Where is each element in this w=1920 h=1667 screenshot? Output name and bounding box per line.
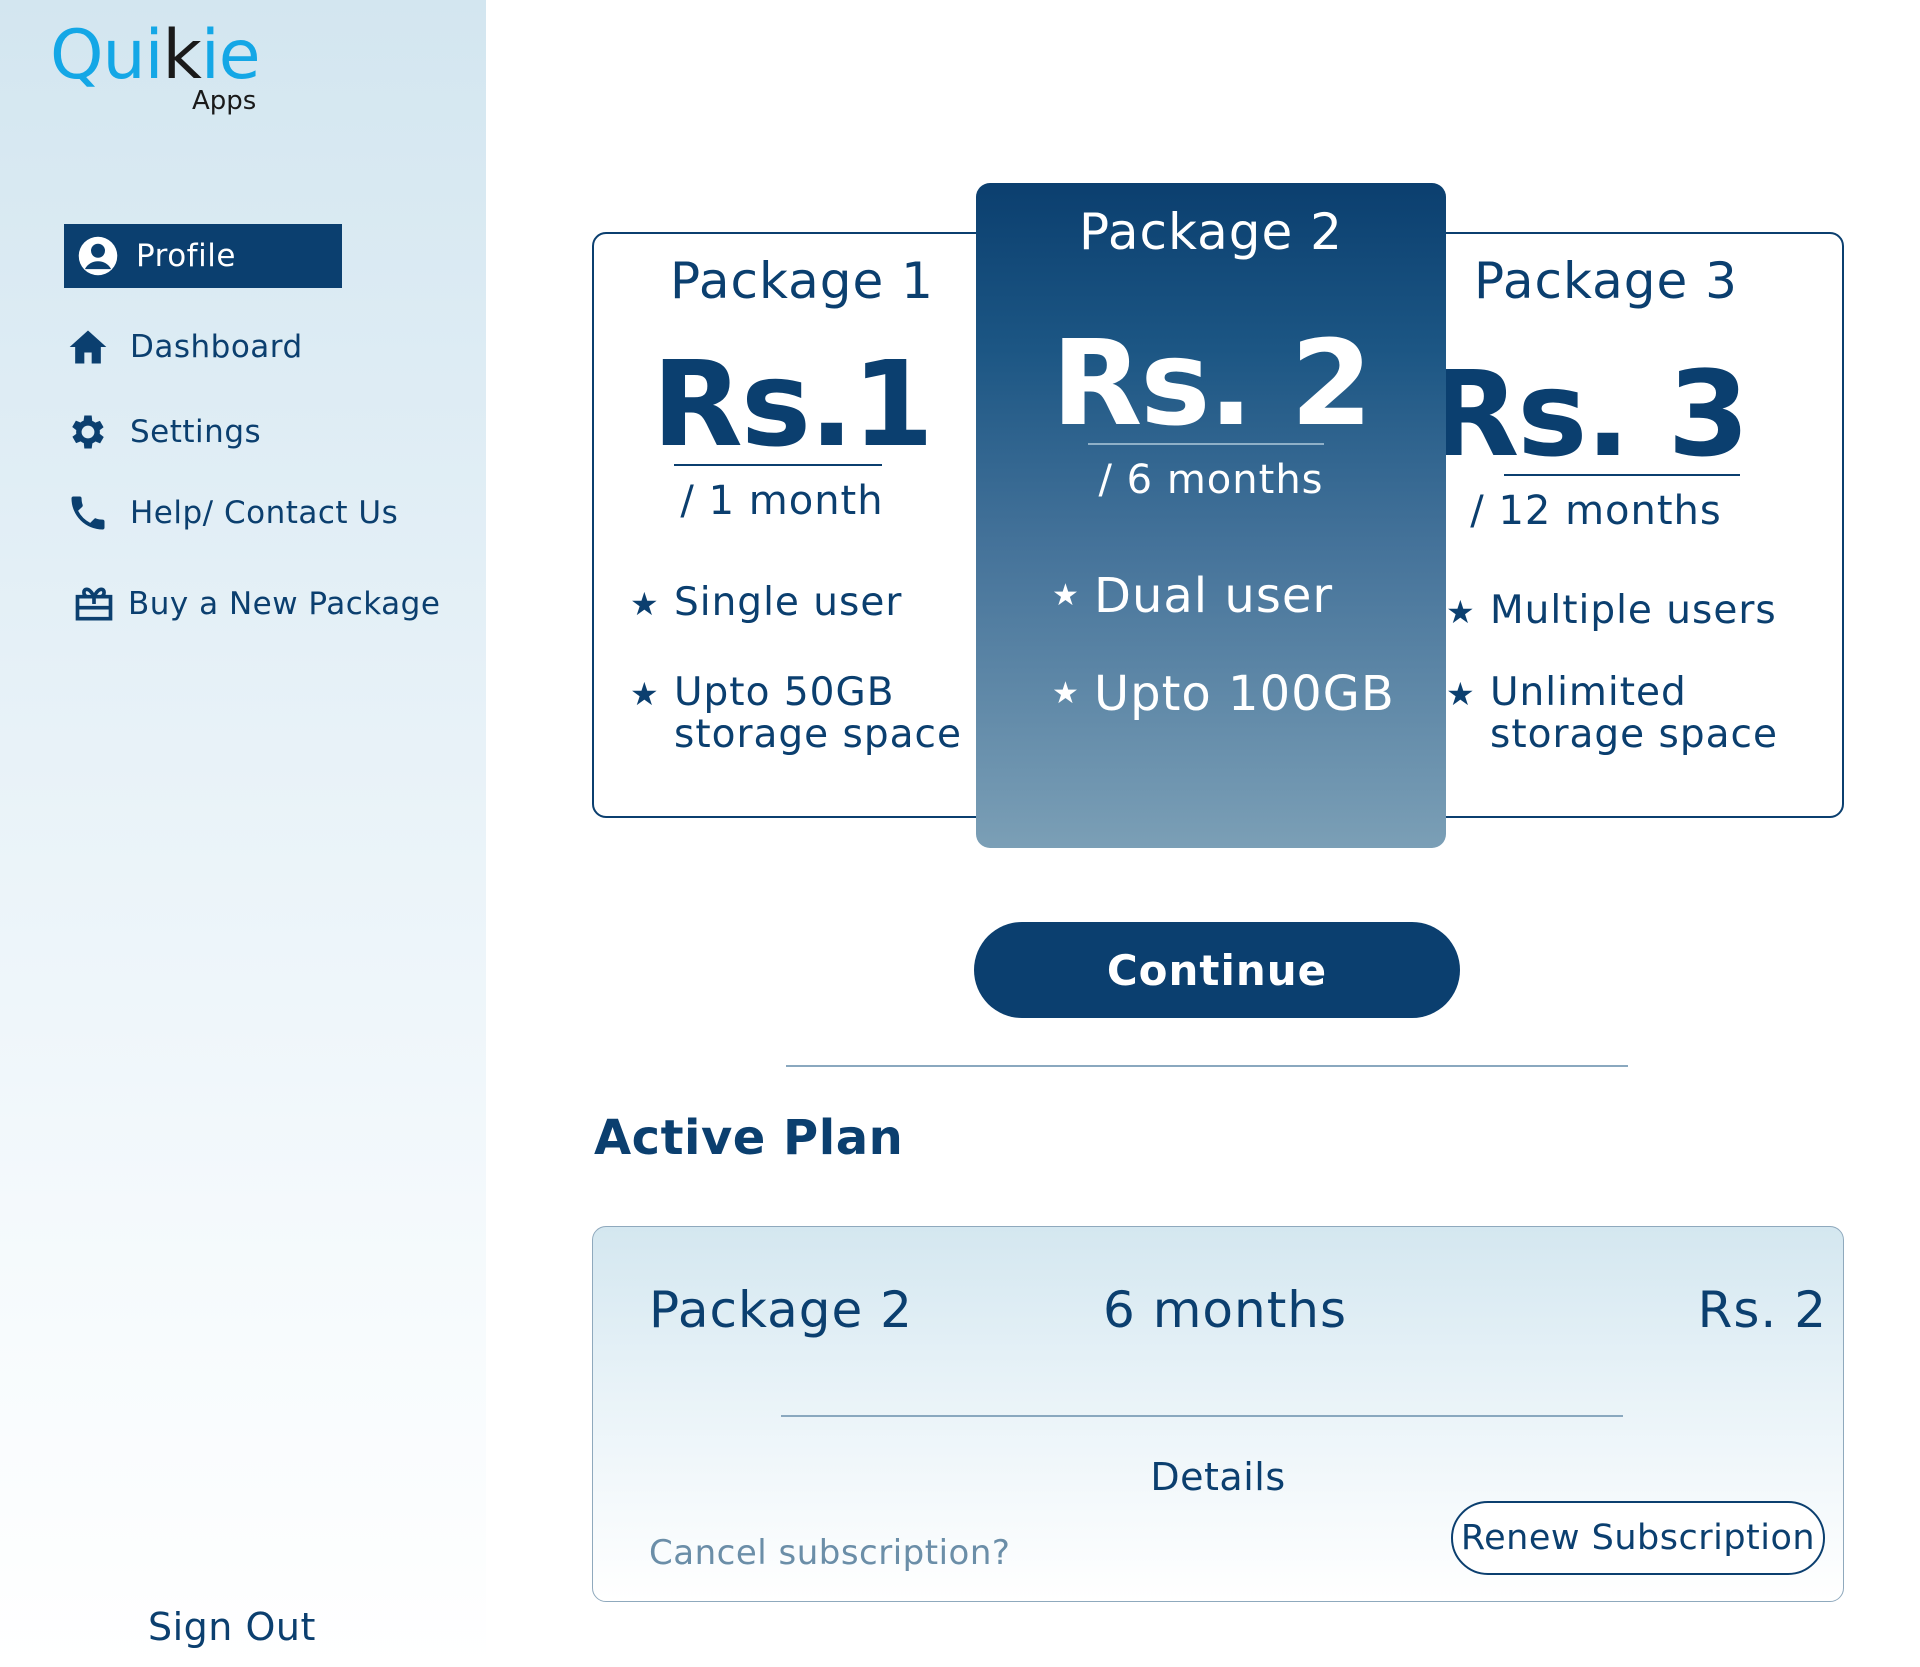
details-link[interactable]: Details	[593, 1455, 1843, 1499]
package-period: / 1 month	[680, 478, 884, 524]
active-plan-price: Rs. 2	[1697, 1281, 1827, 1339]
star-icon: ★	[1446, 593, 1476, 631]
sidebar-item-label: Help/ Contact Us	[130, 495, 399, 531]
sidebar-item-label: Profile	[136, 238, 236, 274]
feature-text: Single user	[674, 580, 903, 625]
sidebar-item-help-contact[interactable]: Help/ Contact Us	[64, 481, 398, 545]
package-price: Rs. 2	[1051, 314, 1372, 452]
gift-card-icon	[70, 580, 118, 628]
feature-item: ★ Unlimited storage space	[1446, 672, 1778, 756]
star-icon: ★	[1052, 676, 1080, 711]
sidebar: Quikie Apps Profile Dashboard Settings H…	[0, 0, 486, 1667]
package-title: Package 2	[1079, 203, 1343, 261]
feature-item: ★ Single user	[630, 582, 902, 626]
active-plan-duration: 6 months	[1103, 1281, 1348, 1339]
star-icon: ★	[630, 675, 660, 713]
feature-text: Upto 100GB	[1094, 666, 1395, 722]
price-divider	[1088, 443, 1324, 445]
phone-icon	[64, 489, 112, 537]
continue-button[interactable]: Continue	[974, 922, 1460, 1018]
sidebar-item-buy-package[interactable]: Buy a New Package	[70, 572, 440, 636]
logo-wordmark: Quikie	[50, 16, 261, 95]
sidebar-item-profile[interactable]: Profile	[64, 224, 342, 288]
logo-subtitle: Apps	[192, 86, 257, 116]
feature-item: ★ Upto 100GB	[1052, 669, 1395, 719]
gear-icon	[64, 408, 112, 456]
user-circle-icon	[74, 232, 122, 280]
active-plan-card: Package 2 6 months Rs. 2 Details Cancel …	[592, 1226, 1844, 1602]
feature-item: ★ Dual user	[1052, 571, 1333, 621]
star-icon: ★	[1052, 578, 1080, 613]
price-divider	[1504, 474, 1740, 476]
section-divider	[786, 1065, 1628, 1067]
sidebar-item-label: Settings	[130, 414, 262, 450]
sidebar-item-label: Dashboard	[130, 329, 303, 365]
quikie-apps-logo[interactable]: Quikie Apps	[50, 16, 290, 116]
feature-item: ★ Multiple users	[1446, 590, 1777, 634]
feature-text: Dual user	[1094, 568, 1334, 624]
renew-subscription-button[interactable]: Renew Subscription	[1451, 1501, 1825, 1575]
package-title: Package 3	[1474, 252, 1738, 310]
star-icon: ★	[630, 585, 660, 623]
sidebar-item-label: Buy a New Package	[128, 586, 441, 622]
sign-out-link[interactable]: Sign Out	[148, 1605, 316, 1649]
plan-divider	[781, 1415, 1623, 1417]
package-period: / 12 months	[1470, 488, 1722, 534]
cancel-subscription-link[interactable]: Cancel subscription?	[649, 1533, 1010, 1573]
price-divider	[674, 464, 882, 466]
package-card-3[interactable]: Package 3 Rs. 3 / 12 months ★ Multiple u…	[1420, 232, 1844, 818]
active-plan-heading: Active Plan	[594, 1110, 904, 1166]
package-card-2-selected[interactable]: Package 2 Rs. 2 / 6 months ★ Dual user ★…	[976, 183, 1446, 848]
sidebar-item-dashboard[interactable]: Dashboard	[64, 315, 303, 379]
package-price: Rs.1	[651, 335, 934, 473]
star-icon: ★	[1446, 675, 1476, 713]
feature-item: ★ Upto 50GB storage space	[630, 672, 962, 756]
sidebar-item-settings[interactable]: Settings	[64, 400, 261, 464]
feature-text: Multiple users	[1490, 588, 1777, 633]
feature-text: Unlimited storage space	[1490, 670, 1778, 757]
package-title: Package 1	[670, 252, 934, 310]
home-icon	[64, 323, 112, 371]
feature-text: Upto 50GB storage space	[674, 670, 962, 757]
active-plan-package: Package 2	[649, 1281, 913, 1339]
package-period: / 6 months	[1098, 457, 1324, 503]
package-card-1[interactable]: Package 1 Rs.1 / 1 month ★ Single user ★…	[592, 232, 1012, 818]
